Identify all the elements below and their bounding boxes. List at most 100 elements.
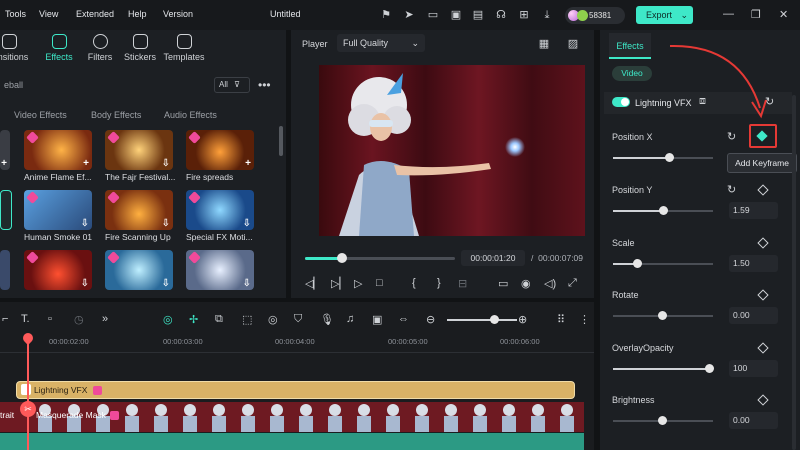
rotate-input[interactable]: 0.00 [729, 307, 778, 324]
effect-toggle[interactable] [612, 97, 630, 107]
grid-icon[interactable]: ⠿ [557, 313, 565, 326]
menu-extended[interactable]: Extended [76, 9, 114, 19]
mic-icon[interactable]: 🎙︎ [320, 313, 334, 326]
play-icon[interactable]: ▷ [354, 277, 362, 290]
thumb-partial-selected[interactable] [0, 190, 12, 230]
transform-icon[interactable]: ⬚ [242, 313, 252, 326]
overlay-opacity-input[interactable]: 100 [729, 360, 778, 377]
more-options-icon[interactable]: ••• [258, 78, 271, 92]
shield-icon[interactable]: ⛉ [294, 313, 302, 326]
fullscreen-icon[interactable]: ⤢ [568, 277, 577, 290]
position-x-slider-knob[interactable] [665, 153, 674, 162]
menu-version[interactable]: Version [163, 9, 193, 19]
video-preview[interactable] [319, 65, 585, 236]
insert-icon[interactable]: ⊟ [458, 277, 467, 290]
effect-thumb-anime-flame[interactable]: + [24, 130, 92, 170]
param-label-brightness: Brightness [612, 395, 655, 405]
properties-scrollbar[interactable] [792, 95, 796, 450]
more-icon[interactable]: ⋮ [579, 313, 590, 326]
position-y-slider-knob[interactable] [659, 206, 668, 215]
effect-thumb-fire-scanning[interactable]: ⇩ [105, 190, 173, 230]
camera-icon[interactable]: ◉ [521, 277, 531, 290]
tab-effects-properties[interactable]: Effects [609, 33, 651, 59]
tab-stickers[interactable]: Stickers [115, 34, 165, 62]
zoom-slider-knob[interactable] [490, 315, 499, 324]
tab-transitions[interactable]: ransitions [0, 34, 34, 62]
playhead[interactable] [27, 340, 29, 450]
quality-select[interactable]: Full Quality ⌄ [337, 34, 425, 52]
overlay-opacity-slider-knob[interactable] [705, 364, 714, 373]
effect-thumb-human-smoke[interactable]: ⇩ [24, 190, 92, 230]
record-icon[interactable]: ◎ [268, 313, 278, 326]
filter-all-button[interactable]: All ⊽ [214, 77, 250, 93]
library-scrollbar[interactable] [279, 126, 283, 156]
image-icon[interactable]: ▣ [449, 8, 463, 22]
audio-track[interactable] [0, 433, 584, 450]
effect-thumb[interactable]: ⇩ [105, 250, 173, 290]
thumb-partial[interactable] [0, 250, 10, 290]
scissors-icon[interactable]: ✂ [20, 401, 36, 417]
download-icon[interactable]: ⤓ [540, 8, 554, 22]
effect-thumb-special-fx[interactable]: ⇩ [186, 190, 254, 230]
playback-scrubber[interactable] [337, 253, 347, 263]
subtab-body-effects[interactable]: Body Effects [91, 110, 141, 120]
grid-icon[interactable]: ⊞ [517, 8, 531, 22]
effect-thumb-fire-spreads[interactable]: + [186, 130, 254, 170]
video-chip[interactable]: Video [612, 66, 652, 81]
tool-icon[interactable]: ⌐ [2, 313, 8, 325]
headset-icon[interactable]: ☊ [494, 8, 508, 22]
prev-frame-icon[interactable]: ◁▏ [305, 277, 322, 290]
rotate-slider-knob[interactable] [658, 311, 667, 320]
position-y-slider-fill [613, 210, 663, 212]
maximize-icon[interactable]: ❐ [751, 8, 761, 21]
step-back-icon[interactable]: ▷▏ [331, 277, 348, 290]
minimize-icon[interactable]: — [723, 8, 734, 20]
zoom-slider[interactable] [447, 319, 517, 321]
close-icon[interactable]: ✕ [779, 8, 788, 21]
snapshot-icon[interactable]: ▨ [566, 37, 580, 51]
scale-input[interactable]: 1.50 [729, 255, 778, 272]
image-icon[interactable]: ▣ [372, 313, 382, 326]
monitor-icon[interactable]: ▭ [426, 8, 440, 22]
export-dropdown-icon[interactable]: ⌄ [681, 10, 689, 20]
effect-thumb[interactable]: ⇩ [24, 250, 92, 290]
brightness-input[interactable]: 0.00 [729, 412, 778, 429]
crop-icon[interactable]: ▫ [48, 313, 52, 325]
scale-slider-knob[interactable] [633, 259, 642, 268]
gift-icon[interactable]: ⚑ [379, 8, 393, 22]
expand-icon[interactable]: » [102, 313, 108, 325]
text-tool-icon[interactable]: T. [21, 313, 30, 325]
reset-icon[interactable]: ↻ [727, 183, 736, 196]
display-icon[interactable]: ▭ [498, 277, 508, 290]
menu-help[interactable]: Help [128, 9, 147, 19]
stop-icon[interactable]: □ [376, 277, 383, 289]
search-input[interactable]: eball [4, 80, 23, 90]
effect-thumb[interactable]: ⇩ [186, 250, 254, 290]
music-icon[interactable]: ♫ [346, 313, 354, 325]
zoom-in-icon[interactable]: ⊕ [518, 313, 527, 326]
brightness-slider-knob[interactable] [658, 416, 667, 425]
mark-out-icon[interactable]: } [437, 277, 441, 289]
thumb-partial[interactable]: + [0, 130, 10, 170]
subtab-audio-effects[interactable]: Audio Effects [164, 110, 217, 120]
subtab-video-effects[interactable]: Video Effects [14, 110, 67, 120]
mark-in-icon[interactable]: { [412, 277, 416, 289]
zoom-out-icon[interactable]: ⊖ [426, 313, 435, 326]
send-icon[interactable]: ➤ [402, 8, 416, 22]
reset-icon[interactable]: ↻ [727, 130, 736, 143]
position-y-input[interactable]: 1.59 [729, 202, 778, 219]
layout-icon[interactable]: ▦ [537, 37, 551, 51]
credits-badge[interactable]: 58381 [565, 7, 625, 24]
export-button[interactable]: Export ⌄ [636, 6, 693, 24]
split-icon[interactable]: ✢ [189, 313, 198, 326]
ai-icon[interactable]: ◎ [163, 313, 173, 326]
speed-icon[interactable]: ◷ [74, 313, 84, 326]
volume-icon[interactable]: ◁) [544, 277, 556, 290]
fit-icon[interactable]: ⇔ [398, 313, 409, 325]
menu-view[interactable]: View [39, 9, 58, 19]
save-icon[interactable]: ▤ [471, 8, 485, 22]
effect-thumb-fajr-festival[interactable]: ⇩ [105, 130, 173, 170]
menu-tools[interactable]: Tools [5, 9, 26, 19]
tab-templates[interactable]: Templates [159, 34, 209, 62]
clip-icon[interactable]: ⧉ [215, 313, 223, 326]
